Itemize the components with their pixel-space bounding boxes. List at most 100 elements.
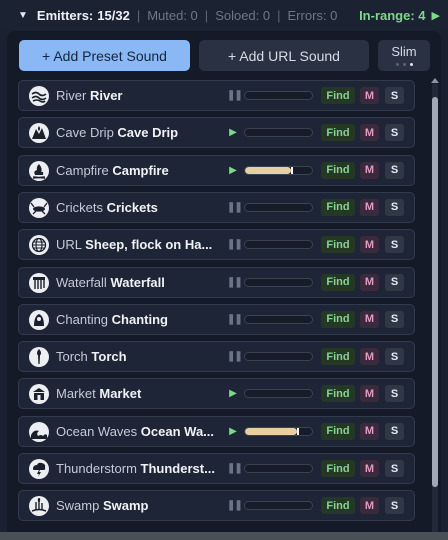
solo-button[interactable]: S	[385, 422, 404, 440]
pause-icon[interactable]: ❚❚	[227, 350, 243, 364]
emitter-kind: Chanting	[56, 311, 109, 327]
volume-meter[interactable]	[244, 277, 313, 287]
find-button[interactable]: Find	[321, 87, 355, 104]
emitter-row[interactable]: Ocean Waves Ocean Wa... ▶ Find M S	[18, 415, 415, 447]
find-button[interactable]: Find	[321, 497, 355, 515]
emitter-kind: Thunderstorm	[56, 461, 137, 476]
find-button[interactable]: Find	[321, 273, 355, 291]
volume-meter[interactable]	[244, 426, 313, 436]
mute-button[interactable]: M	[360, 87, 379, 104]
add-preset-sound-button[interactable]: + Add Preset Sound	[19, 40, 190, 71]
emitter-row[interactable]: Cave Drip Cave Drip ▶ Find M S	[18, 117, 415, 149]
emitter-row[interactable]: Crickets Crickets ❚❚ Find M S	[18, 191, 415, 223]
emitters-header[interactable]: ▼ Emitters: 15/32 | Muted: 0 | Soloed: 0…	[0, 0, 448, 30]
solo-button[interactable]: S	[385, 161, 404, 179]
volume-meter[interactable]	[244, 314, 313, 324]
pause-icon[interactable]: ❚❚	[227, 313, 243, 327]
emitter-row[interactable]: Waterfall Waterfall ❚❚ Find M S	[18, 266, 415, 298]
pause-icon[interactable]: ❚❚	[227, 499, 243, 513]
solo-button[interactable]: S	[385, 348, 404, 366]
slim-toggle-button[interactable]: Slim	[378, 40, 430, 71]
solo-button[interactable]: S	[385, 87, 404, 104]
emitter-row[interactable]: Market Market ▶ Find M S	[18, 378, 415, 410]
mute-button[interactable]: M	[360, 124, 379, 142]
volume-meter[interactable]	[244, 352, 313, 362]
mute-button[interactable]: M	[360, 236, 379, 254]
volume-meter[interactable]	[244, 240, 313, 250]
emitter-label: Crickets Crickets	[56, 200, 228, 215]
volume-meter[interactable]	[244, 128, 313, 138]
mute-button[interactable]: M	[360, 460, 379, 477]
solo-button[interactable]: S	[385, 124, 404, 142]
find-button[interactable]: Find	[321, 161, 355, 179]
errors-count: Errors: 0	[287, 7, 338, 23]
find-button[interactable]: Find	[321, 460, 355, 477]
emitter-kind: Cave Drip	[56, 125, 114, 141]
emitter-label: Waterfall Waterfall	[56, 275, 228, 290]
solo-button[interactable]: S	[385, 236, 404, 254]
mute-button[interactable]: M	[360, 385, 379, 403]
mute-button[interactable]: M	[360, 422, 379, 440]
play-icon[interactable]: ▶	[227, 164, 239, 178]
solo-button[interactable]: S	[385, 460, 404, 477]
emitter-row[interactable]: URL Sheep, flock on Ha... ❚❚ Find M S	[18, 229, 415, 261]
crickets-icon	[29, 197, 49, 218]
find-button[interactable]: Find	[321, 385, 355, 403]
emitter-row[interactable]: River River ❚❚ Find M S	[18, 80, 415, 111]
solo-button[interactable]: S	[385, 385, 404, 403]
emitter-row[interactable]: Thunderstorm Thunderst... ❚❚ Find M S	[18, 453, 415, 484]
volume-meter[interactable]	[244, 202, 313, 212]
emitter-row[interactable]: Torch Torch ❚❚ Find M S	[18, 341, 415, 373]
mute-button[interactable]: M	[360, 310, 379, 328]
emitter-kind: Ocean Waves	[56, 423, 138, 439]
emitter-label: Torch Torch	[56, 349, 228, 364]
solo-button[interactable]: S	[385, 497, 404, 515]
river-icon	[29, 86, 49, 106]
emitter-row[interactable]: Chanting Chanting ❚❚ Find M S	[18, 303, 415, 335]
mute-button[interactable]: M	[360, 348, 379, 366]
volume-meter[interactable]	[244, 389, 313, 399]
emitters-count: 15/32	[97, 7, 130, 23]
volume-meter[interactable]	[244, 165, 313, 175]
find-button[interactable]: Find	[321, 422, 355, 440]
pause-icon[interactable]: ❚❚	[227, 276, 243, 290]
mute-button[interactable]: M	[360, 497, 379, 515]
collapse-caret-icon[interactable]: ▼	[18, 10, 28, 21]
find-button[interactable]: Find	[321, 310, 355, 328]
solo-button[interactable]: S	[385, 310, 404, 328]
play-icon[interactable]: ▶	[227, 425, 239, 439]
pause-icon[interactable]: ❚❚	[227, 462, 243, 476]
emitter-row[interactable]: Swamp Swamp ❚❚ Find M S	[18, 490, 415, 522]
add-url-sound-button[interactable]: + Add URL Sound	[199, 40, 369, 71]
mute-button[interactable]: M	[360, 273, 379, 291]
emitter-name: Market	[99, 386, 142, 402]
pause-icon[interactable]: ❚❚	[227, 238, 243, 252]
find-button[interactable]: Find	[321, 198, 355, 216]
mute-button[interactable]: M	[360, 198, 379, 216]
volume-meter[interactable]	[244, 91, 313, 100]
play-icon[interactable]: ▶	[227, 126, 239, 140]
solo-button[interactable]: S	[385, 273, 404, 291]
emitter-kind: River	[56, 88, 87, 103]
volume-meter[interactable]	[244, 464, 313, 473]
pause-icon[interactable]: ❚❚	[227, 89, 243, 103]
scrollbar-thumb[interactable]	[432, 97, 438, 487]
play-icon[interactable]: ▶	[227, 387, 239, 401]
find-button[interactable]: Find	[321, 236, 355, 254]
ocean-waves-icon	[29, 421, 49, 442]
volume-meter[interactable]	[244, 501, 313, 511]
emitter-label: Ocean Waves Ocean Wa...	[56, 424, 228, 439]
emitter-kind: Swamp	[56, 498, 100, 514]
play-in-range-icon[interactable]: ▶	[432, 9, 440, 22]
emitter-row[interactable]: Campfire Campfire ▶ Find M S	[18, 154, 415, 186]
emitter-name: Thunderst...	[140, 461, 215, 476]
emitter-label: Cave Drip Cave Drip	[56, 125, 228, 140]
find-button[interactable]: Find	[321, 348, 355, 366]
pause-icon[interactable]: ❚❚	[227, 201, 243, 215]
scrollbar[interactable]	[432, 83, 438, 540]
emitter-kind: Campfire	[56, 162, 109, 178]
mute-button[interactable]: M	[360, 161, 379, 179]
emitter-label: River River	[56, 88, 228, 103]
find-button[interactable]: Find	[321, 124, 355, 142]
solo-button[interactable]: S	[385, 198, 404, 216]
